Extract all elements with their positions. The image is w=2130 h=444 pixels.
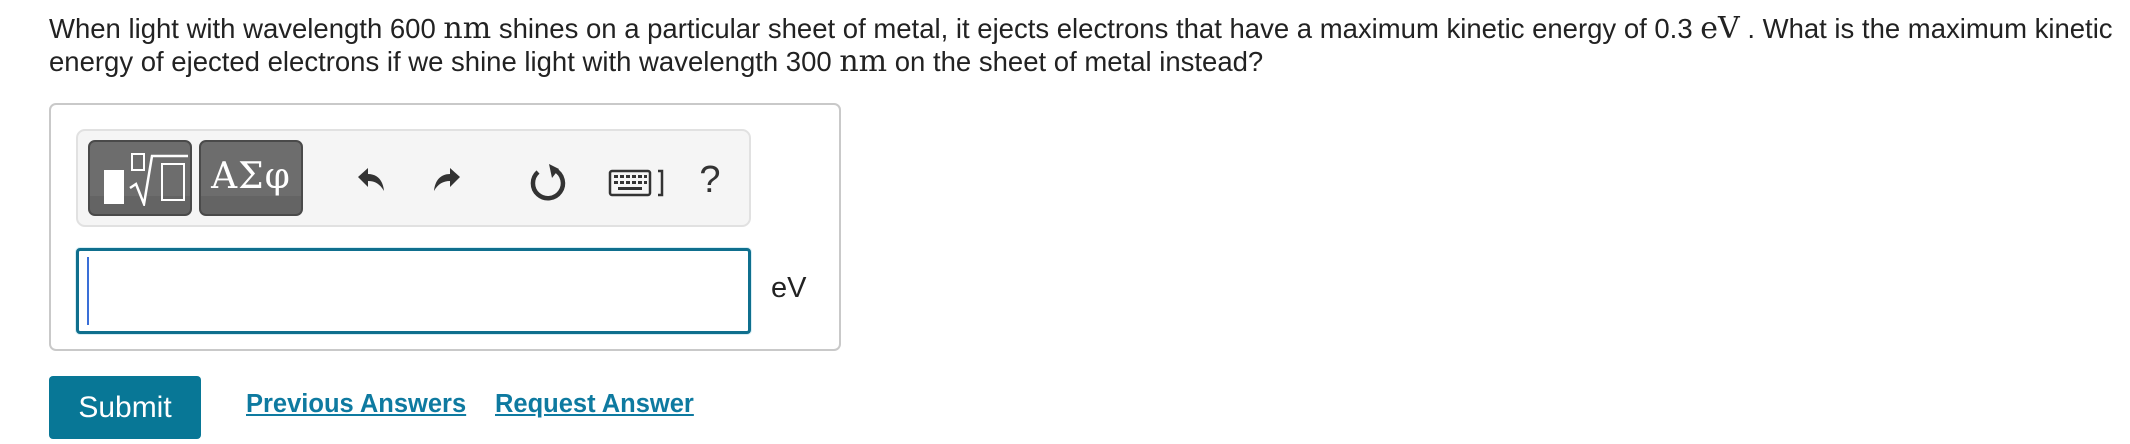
keyboard-icon [608,169,664,197]
help-button[interactable]: ? [690,155,730,205]
previous-answers-link[interactable]: Previous Answers [246,390,466,419]
button-shade [201,196,301,214]
redo-button[interactable] [426,155,474,205]
radical-template-icon [129,153,188,206]
request-answer-link[interactable]: Request Answer [495,390,694,419]
greek-symbols-label: ΑΣφ [211,156,291,197]
submit-button[interactable]: Submit [49,376,201,439]
question-text: When light with wavelength 600 nm shines… [49,12,2119,78]
question-part-4: on the sheet of metal instead? [887,46,1264,77]
placeholder-square-icon [104,170,124,204]
answer-input[interactable] [76,248,751,334]
keyboard-button[interactable] [606,155,680,205]
answer-box: ΑΣφ ? eV [49,103,841,351]
unit-ev: eV [1700,11,1740,46]
undo-icon [358,168,384,191]
reset-button[interactable] [523,155,571,205]
text-caret [87,257,89,325]
unit-nm-2: nm [839,44,888,79]
math-toolbar: ΑΣφ ? [76,129,751,227]
question-part-2: shines on a particular sheet of metal, i… [491,13,1701,44]
answer-unit-label: eV [771,272,807,304]
unit-nm-1: nm [443,11,492,46]
undo-button[interactable] [344,155,392,205]
symbols-button[interactable]: ΑΣφ [199,140,303,216]
templates-button[interactable] [88,140,192,216]
redo-icon [434,168,460,191]
reset-icon [530,164,566,201]
question-part-1: When light with wavelength 600 [49,13,444,44]
